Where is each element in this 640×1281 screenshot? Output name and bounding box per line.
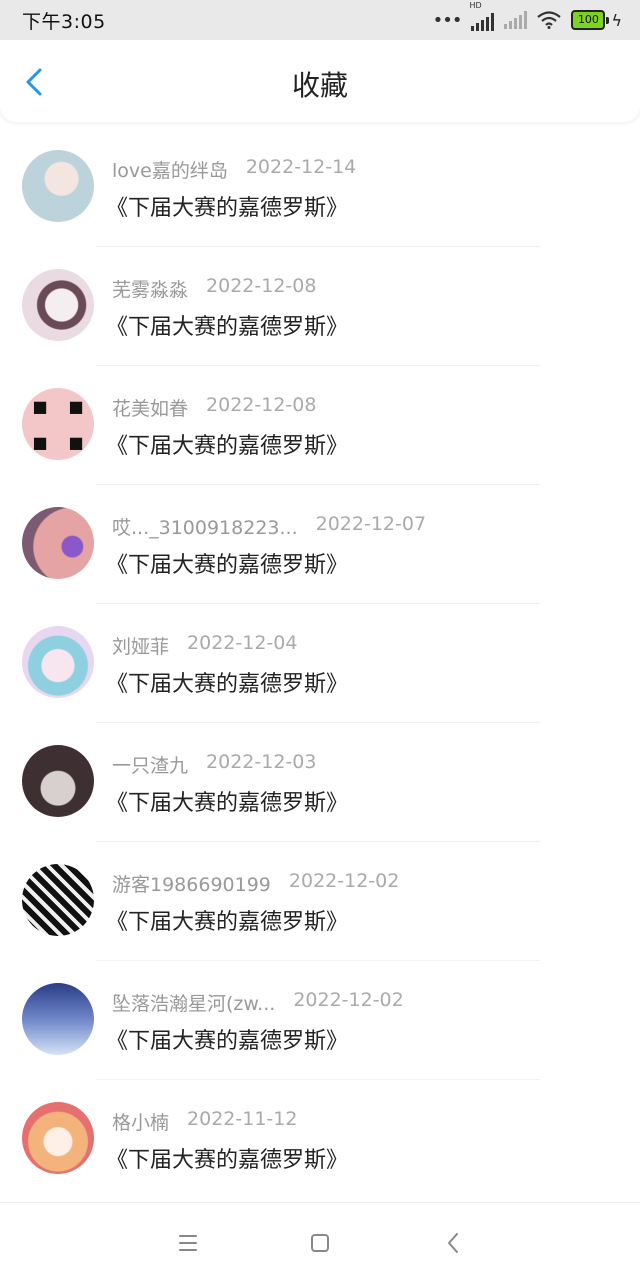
item-title[interactable]: 《下届大赛的嘉德罗斯》 [106,428,348,460]
post-date: 2022-12-04 [187,632,298,654]
avatar [22,626,94,698]
nav-header: 收藏 [0,40,640,122]
item-title[interactable]: 《下届大赛的嘉德罗斯》 [106,904,348,936]
system-navigation-bar [0,1202,640,1281]
favorites-list: love嘉的绊岛 2022-12-14 《下届大赛的嘉德罗斯》 芜雾淼淼 202… [0,128,640,1199]
author-name[interactable]: 格小楠 [112,1108,169,1135]
avatar [22,745,94,817]
author-name[interactable]: 游客1986690199 [112,870,271,897]
network-type-label: HD [469,1,482,10]
item-title[interactable]: 《下届大赛的嘉德罗斯》 [106,666,348,698]
avatar: ■ ■ ■ ■ [22,388,94,460]
post-date: 2022-12-07 [315,513,427,535]
post-date: 2022-12-14 [245,156,357,178]
avatar [22,507,94,579]
status-time: 下午3:05 [22,10,106,33]
author-name[interactable]: 花美如眷 [112,394,188,421]
nav-back-icon[interactable] [440,1229,468,1257]
list-item[interactable]: ■ ■ ■ ■ 花美如眷 2022-12-08 《下届大赛的嘉德罗斯》 [0,366,640,485]
author-name[interactable]: 刘娅菲 [112,632,169,659]
home-square-icon[interactable] [306,1229,334,1257]
item-title[interactable]: 《下届大赛的嘉德罗斯》 [106,1142,348,1174]
author-name[interactable]: 芜雾淼淼 [112,275,188,302]
avatar [22,1102,94,1174]
post-date: 2022-12-08 [206,275,317,297]
battery-level: 100 [571,10,606,30]
list-item[interactable]: 格小楠 2022-11-12 《下届大赛的嘉德罗斯》 [0,1080,640,1199]
item-title[interactable]: 《下届大赛的嘉德罗斯》 [106,309,348,341]
menu-icon[interactable] [174,1229,202,1257]
list-item[interactable]: 游客1986690199 2022-12-02 《下届大赛的嘉德罗斯》 [0,842,640,961]
signal-2-icon [504,11,528,29]
post-date: 2022-12-08 [206,394,317,416]
item-title[interactable]: 《下届大赛的嘉德罗斯》 [106,190,348,222]
list-item[interactable]: 芜雾淼淼 2022-12-08 《下届大赛的嘉德罗斯》 [0,247,640,366]
item-title[interactable]: 《下届大赛的嘉德罗斯》 [106,1023,348,1055]
charging-icon: ϟ [611,10,622,30]
more-dots-icon: ••• [432,9,463,31]
signal-icon: HD [469,1,495,31]
author-name[interactable]: 哎..._3100918223... [112,513,298,540]
author-name[interactable]: 一只渣九 [112,751,188,778]
avatar [22,150,94,222]
page-title: 收藏 [291,69,348,102]
avatar [22,864,94,936]
battery-icon: 100 ϟ [571,10,622,30]
status-bar: 下午3:05 ••• HD 100 ϟ [0,0,640,40]
avatar [22,269,94,341]
post-date: 2022-11-12 [187,1108,298,1130]
status-icons: ••• HD 100 ϟ [432,1,622,31]
item-title[interactable]: 《下届大赛的嘉德罗斯》 [106,547,348,579]
author-name[interactable]: love嘉的绊岛 [112,156,228,183]
post-date: 2022-12-03 [206,751,317,773]
post-date: 2022-12-02 [293,989,404,1011]
item-title[interactable]: 《下届大赛的嘉德罗斯》 [106,785,348,817]
list-item[interactable]: 哎..._3100918223... 2022-12-07 《下届大赛的嘉德罗斯… [0,485,640,604]
author-name[interactable]: 坠落浩瀚星河(zw... [112,989,275,1016]
avatar [22,983,94,1055]
list-item[interactable]: 一只渣九 2022-12-03 《下届大赛的嘉德罗斯》 [0,723,640,842]
list-item[interactable]: 刘娅菲 2022-12-04 《下届大赛的嘉德罗斯》 [0,604,640,723]
list-item[interactable]: love嘉的绊岛 2022-12-14 《下届大赛的嘉德罗斯》 [0,128,640,247]
wifi-icon [537,11,562,29]
post-date: 2022-12-02 [288,870,400,892]
list-item[interactable]: 坠落浩瀚星河(zw... 2022-12-02 《下届大赛的嘉德罗斯》 [0,961,640,1080]
